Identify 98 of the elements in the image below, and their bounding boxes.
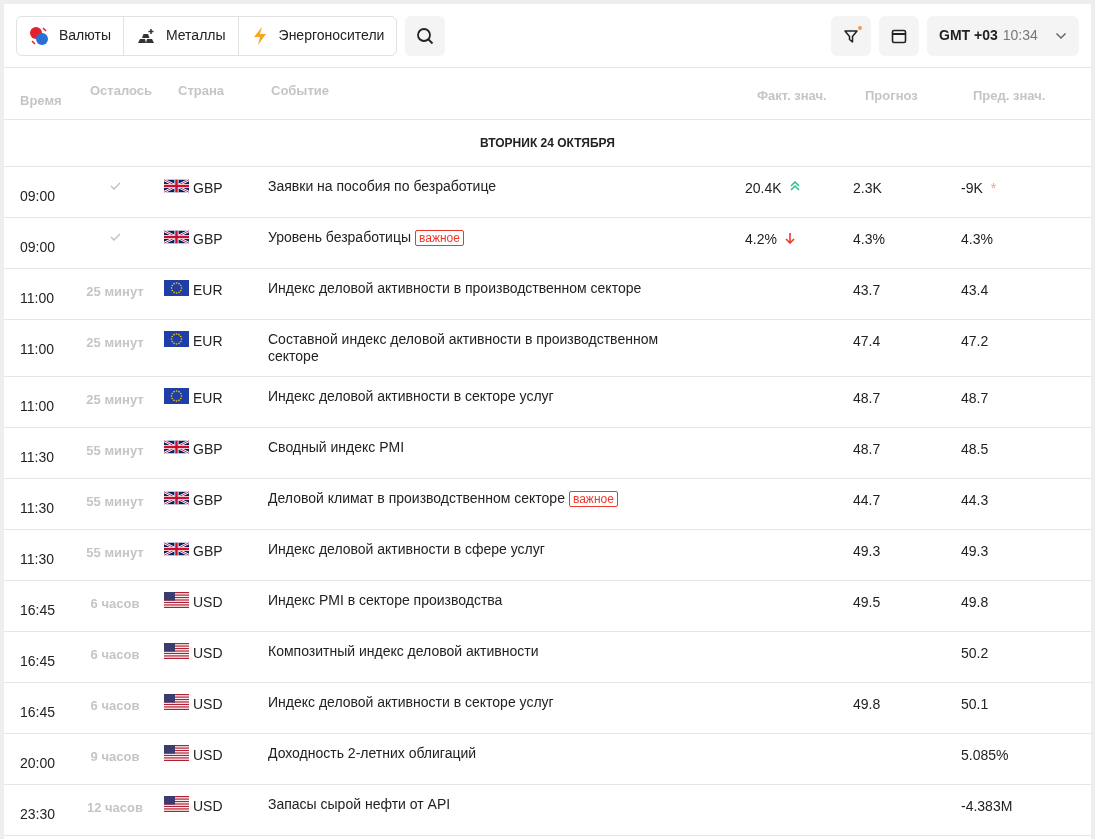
forecast-value: 47.4 bbox=[853, 333, 881, 349]
actual-value: 4.2% bbox=[745, 230, 777, 249]
event-name[interactable]: Заявки на пособия по безработице bbox=[268, 178, 497, 195]
timezone-dropdown[interactable]: GMT +03 10:34 bbox=[927, 15, 1079, 56]
currency-code: EUR bbox=[193, 389, 223, 408]
time-cell: 11:00 bbox=[20, 398, 54, 414]
event-name[interactable]: Сводный индекс PMI bbox=[268, 439, 405, 456]
filter-button[interactable] bbox=[831, 15, 871, 56]
previous-value: 43.4 bbox=[961, 281, 989, 300]
event-name[interactable]: Деловой климат в производственном секторе bbox=[268, 490, 565, 507]
previous-value: 50.2 bbox=[961, 644, 989, 663]
category-tab[interactable]: Валюты bbox=[17, 16, 123, 55]
event-name[interactable]: Индекс деловой активности в секторе услуг bbox=[268, 694, 554, 711]
time-cell: 11:00 bbox=[20, 341, 54, 357]
previous-value: 50.1 bbox=[961, 695, 989, 714]
forecast-value: 48.7 bbox=[853, 390, 881, 406]
time-cell: 11:30 bbox=[20, 551, 54, 567]
currency-code: GBP bbox=[193, 491, 223, 510]
time-cell: 16:45 bbox=[20, 653, 56, 669]
forecast-value: 44.7 bbox=[853, 492, 881, 508]
category-tab[interactable]: Металлы bbox=[122, 16, 238, 55]
time-remaining: 25 минут bbox=[86, 283, 144, 301]
chevron-down-icon bbox=[1055, 31, 1067, 40]
previous-value: 48.7 bbox=[961, 389, 989, 408]
revised-mark: * bbox=[990, 179, 997, 198]
date-heading: ВТОРНИК 24 ОКТЯБРЯ bbox=[480, 135, 615, 152]
time-remaining: 25 минут bbox=[86, 334, 144, 352]
event-name[interactable]: Уровень безработицы bbox=[268, 229, 411, 246]
forecast-value: 49.3 bbox=[853, 543, 881, 559]
previous-value: -9K bbox=[961, 179, 983, 198]
forecast-value: 2.3K bbox=[853, 180, 882, 196]
currency-code: EUR bbox=[193, 332, 223, 351]
event-name[interactable]: Доходность 2-летних облигаций bbox=[268, 745, 477, 762]
time-remaining: 9 часов bbox=[90, 748, 140, 766]
time-remaining: 55 минут bbox=[86, 442, 144, 460]
currency-code: USD bbox=[193, 797, 223, 816]
actual-value: 20.4K bbox=[745, 179, 782, 198]
previous-value: 4.3% bbox=[961, 230, 993, 249]
currency-exchange-icon bbox=[29, 25, 49, 46]
importance-badge: важное bbox=[414, 230, 464, 246]
column-header: Пред. знач. bbox=[973, 88, 1046, 103]
previous-value: 47.2 bbox=[961, 332, 989, 351]
forecast-value: 43.7 bbox=[853, 282, 881, 298]
column-header: Прогноз bbox=[865, 88, 918, 103]
calendar-icon bbox=[891, 27, 907, 44]
forecast-value: 4.3% bbox=[853, 231, 885, 247]
filter-icon bbox=[843, 27, 859, 44]
calendar-button[interactable] bbox=[879, 15, 919, 56]
column-header: Событие bbox=[271, 83, 330, 98]
forecast-value: 49.5 bbox=[853, 594, 881, 610]
currency-code: GBP bbox=[193, 179, 223, 198]
search-button[interactable] bbox=[405, 15, 446, 56]
time-cell: 16:45 bbox=[20, 602, 56, 618]
time-cell: 16:45 bbox=[20, 704, 56, 720]
search-icon bbox=[416, 26, 435, 45]
column-header: Страна bbox=[178, 83, 224, 98]
time-cell: 20:00 bbox=[20, 755, 56, 771]
previous-value: 49.3 bbox=[961, 542, 989, 561]
previous-value: -4.383M bbox=[961, 797, 1013, 816]
currency-code: EUR bbox=[193, 281, 223, 300]
event-name[interactable]: Составной индекс деловой активности в производственном секторе bbox=[268, 331, 681, 365]
previous-value: 5.085% bbox=[961, 746, 1009, 765]
previous-value: 44.3 bbox=[961, 491, 989, 510]
category-tab[interactable]: Энергоносители bbox=[237, 16, 397, 55]
event-name[interactable]: Композитный индекс деловой активности bbox=[268, 643, 539, 660]
column-header: Факт. знач. bbox=[757, 88, 827, 103]
time-cell: 11:00 bbox=[20, 290, 54, 306]
event-name[interactable]: Индекс PMI в секторе производства bbox=[268, 592, 503, 609]
time-remaining: 55 минут bbox=[86, 544, 144, 562]
previous-value: 49.8 bbox=[961, 593, 989, 612]
time-remaining: 6 часов bbox=[90, 697, 140, 715]
currency-code: USD bbox=[193, 644, 223, 663]
currency-code: USD bbox=[193, 746, 223, 765]
time-remaining: 6 часов bbox=[90, 646, 140, 664]
forecast-value: 48.7 bbox=[853, 441, 881, 457]
time-cell: 11:30 bbox=[20, 449, 54, 465]
column-header: Время bbox=[20, 93, 62, 108]
event-name[interactable]: Индекс деловой активности в секторе услуг bbox=[268, 388, 554, 405]
time-cell: 09:00 bbox=[20, 188, 56, 204]
currency-code: USD bbox=[193, 695, 223, 714]
time-cell: 09:00 bbox=[20, 239, 56, 255]
time-remaining: 55 минут bbox=[86, 493, 144, 511]
importance-badge: важное bbox=[568, 491, 618, 507]
currency-code: GBP bbox=[193, 230, 223, 249]
event-name[interactable]: Запасы сырой нефти от API bbox=[268, 796, 451, 813]
time-remaining: 25 минут bbox=[86, 391, 144, 409]
time-remaining: 6 часов bbox=[90, 595, 140, 613]
time-remaining: 12 часов bbox=[87, 799, 143, 817]
event-name[interactable]: Индекс деловой активности в сфере услуг bbox=[268, 541, 545, 558]
time-cell: 11:30 bbox=[20, 500, 54, 516]
previous-value: 48.5 bbox=[961, 440, 989, 459]
column-header: Осталось bbox=[90, 83, 153, 98]
currency-code: GBP bbox=[193, 542, 223, 561]
time-cell: 23:30 bbox=[20, 806, 56, 822]
event-name[interactable]: Индекс деловой активности в производственном секторе bbox=[268, 280, 642, 297]
currency-code: USD bbox=[193, 593, 223, 612]
forecast-value: 49.8 bbox=[853, 696, 881, 712]
currency-code: GBP bbox=[193, 440, 223, 459]
